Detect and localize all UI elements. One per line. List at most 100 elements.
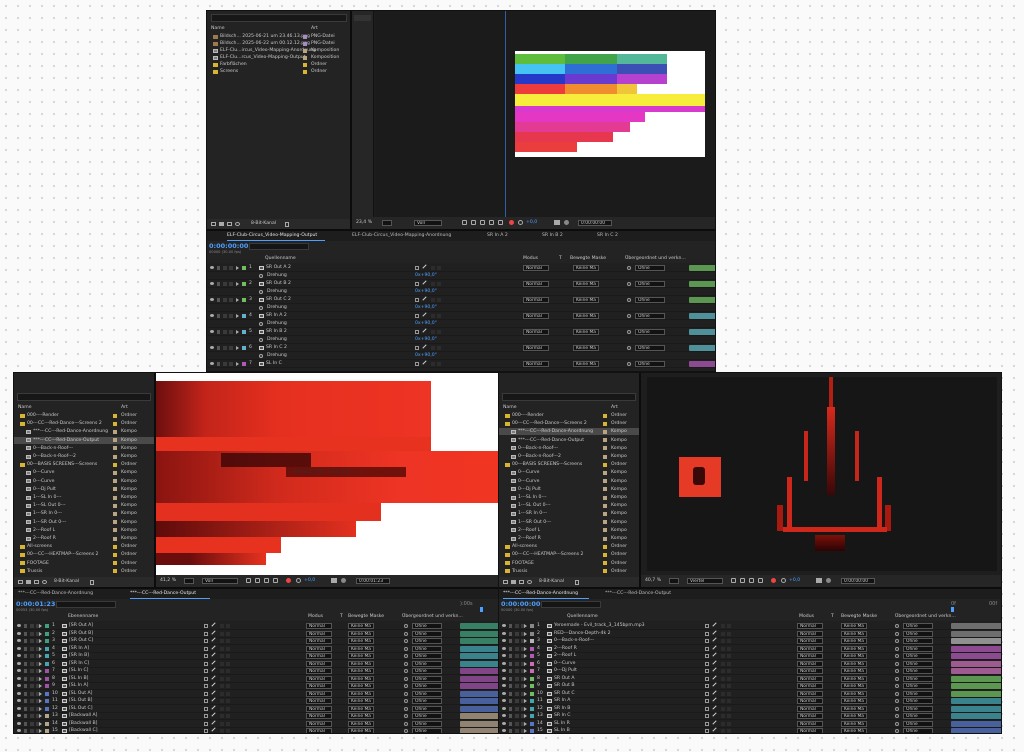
fx-icon[interactable] xyxy=(220,624,224,628)
snapshot-icon[interactable] xyxy=(816,578,822,583)
trash-icon[interactable] xyxy=(575,580,579,585)
mode-dropdown[interactable]: Normal xyxy=(306,630,332,637)
project-item[interactable]: Bildsch... 2025-06-22 um 00.12.12.png PNG… xyxy=(207,40,350,47)
quality-icon[interactable] xyxy=(211,697,216,702)
audio-icon[interactable] xyxy=(509,631,512,636)
project-item[interactable]: 0---Back-n-Roof---2 Kompo xyxy=(14,453,154,460)
fx-icon[interactable] xyxy=(431,298,435,302)
playhead-marker[interactable] xyxy=(951,607,954,612)
quality-icon[interactable] xyxy=(211,644,216,650)
layer-row[interactable]: 7 SL In C Normal Keine Ma Ohne xyxy=(207,360,715,368)
guides-icon[interactable] xyxy=(489,220,494,225)
audio-icon[interactable] xyxy=(24,631,27,636)
audio-icon[interactable] xyxy=(24,646,27,651)
pickwhip-icon[interactable] xyxy=(895,661,899,666)
quality-icon[interactable] xyxy=(712,659,717,665)
layer-duration-bar[interactable] xyxy=(689,345,715,351)
layer-duration-bar[interactable] xyxy=(951,623,1001,629)
transparency-grid-icon[interactable] xyxy=(255,578,260,583)
quality-icon[interactable] xyxy=(422,312,427,317)
shy-icon[interactable] xyxy=(705,706,709,711)
col-modus[interactable]: Modus xyxy=(523,256,538,261)
fx-icon[interactable] xyxy=(721,654,725,658)
project-item[interactable]: 2---Roof L Kompo xyxy=(14,527,154,534)
pickwhip-icon[interactable] xyxy=(627,298,631,302)
visibility-icon[interactable] xyxy=(17,661,21,665)
quality-icon[interactable] xyxy=(422,264,427,269)
mode-dropdown[interactable]: Normal xyxy=(797,638,823,644)
parent-dropdown[interactable]: Ohne xyxy=(903,623,933,629)
column-type[interactable]: Art xyxy=(121,404,128,411)
column-name[interactable]: Name xyxy=(503,404,517,411)
visibility-icon[interactable] xyxy=(502,661,506,665)
bit-depth[interactable]: 8-Bit-Kanal xyxy=(539,579,564,584)
audio-icon[interactable] xyxy=(24,706,27,711)
solo-icon[interactable] xyxy=(223,298,227,302)
project-item[interactable]: 0---Curve Kompo xyxy=(14,478,154,485)
visibility-icon[interactable] xyxy=(502,669,506,672)
fx-icon[interactable] xyxy=(220,631,224,636)
expand-icon[interactable] xyxy=(236,298,239,302)
solo-icon[interactable] xyxy=(223,346,227,350)
audio-icon[interactable] xyxy=(509,699,512,703)
expand-icon[interactable] xyxy=(524,684,527,688)
column-type[interactable]: Art xyxy=(311,25,318,32)
zoom-level[interactable]: 41,2 % xyxy=(160,578,176,583)
shy-icon[interactable] xyxy=(204,669,208,673)
layer-duration-bar[interactable] xyxy=(460,683,499,689)
solo-icon[interactable] xyxy=(30,654,34,658)
search-field[interactable] xyxy=(502,393,636,401)
parent-dropdown[interactable]: Ohne xyxy=(635,313,665,319)
parent-dropdown[interactable]: Ohne xyxy=(635,265,665,271)
channel-icon[interactable] xyxy=(498,220,503,225)
parent-dropdown[interactable]: Ohne xyxy=(412,675,442,682)
visibility-icon[interactable] xyxy=(17,706,21,710)
mode-dropdown[interactable]: Normal xyxy=(797,668,823,674)
exposure-icon[interactable] xyxy=(518,220,523,225)
layer-duration-bar[interactable] xyxy=(951,660,1001,667)
visibility-icon[interactable] xyxy=(210,298,214,301)
exposure-icon[interactable] xyxy=(296,578,301,583)
track-matte-dropdown[interactable]: Keine Ma xyxy=(841,653,867,659)
solo-icon[interactable] xyxy=(515,714,519,718)
motion-blur-icon[interactable] xyxy=(437,330,441,334)
motion-blur-icon[interactable] xyxy=(727,699,731,703)
stopwatch-icon[interactable] xyxy=(259,354,263,358)
pickwhip-icon[interactable] xyxy=(895,646,899,651)
show-snapshot-icon[interactable] xyxy=(341,578,346,583)
composition-viewer[interactable] xyxy=(641,373,1001,575)
parent-dropdown[interactable]: Ohne xyxy=(903,638,933,644)
shy-icon[interactable] xyxy=(705,654,709,658)
motion-blur-icon[interactable] xyxy=(226,706,230,711)
fx-icon[interactable] xyxy=(721,729,725,733)
col-parent[interactable]: Übergeordnet und verkn... xyxy=(625,256,686,261)
mode-dropdown[interactable]: Normal xyxy=(306,638,332,644)
parent-dropdown[interactable]: Ohne xyxy=(903,690,933,697)
layer-duration-bar[interactable] xyxy=(689,361,715,367)
parent-dropdown[interactable]: Ohne xyxy=(903,713,933,719)
layer-duration-bar[interactable] xyxy=(689,313,715,319)
project-item[interactable]: ***---CC---Red-Dance-Output Kompo xyxy=(14,436,154,444)
shy-icon[interactable] xyxy=(705,661,709,666)
audio-icon[interactable] xyxy=(217,346,220,350)
composition-viewer[interactable]: AMAZING DANCE xyxy=(156,373,499,575)
solo-icon[interactable] xyxy=(223,330,227,334)
expand-icon[interactable] xyxy=(524,691,527,696)
motion-blur-icon[interactable] xyxy=(727,684,731,688)
col-bewegte-maske[interactable]: Bewegte Maske xyxy=(841,614,877,619)
viewer-timecode[interactable]: 0:00:00:00 xyxy=(841,578,875,584)
layer-name[interactable]: [Backwall C] xyxy=(69,727,98,733)
new-comp-icon[interactable] xyxy=(227,222,232,226)
pickwhip-icon[interactable] xyxy=(404,721,408,726)
layer-duration-bar[interactable] xyxy=(689,329,715,335)
guides-icon[interactable] xyxy=(758,578,763,583)
guides-icon[interactable] xyxy=(273,578,278,583)
parent-dropdown[interactable]: Ohne xyxy=(903,630,933,637)
visibility-icon[interactable] xyxy=(17,721,21,725)
parent-dropdown[interactable]: Ohne xyxy=(903,668,933,674)
layer-duration-bar[interactable] xyxy=(951,668,1001,674)
shy-icon[interactable] xyxy=(204,684,208,688)
motion-blur-icon[interactable] xyxy=(226,684,230,688)
visibility-icon[interactable] xyxy=(210,282,214,285)
zoom-level[interactable]: 40,7 % xyxy=(645,578,661,583)
